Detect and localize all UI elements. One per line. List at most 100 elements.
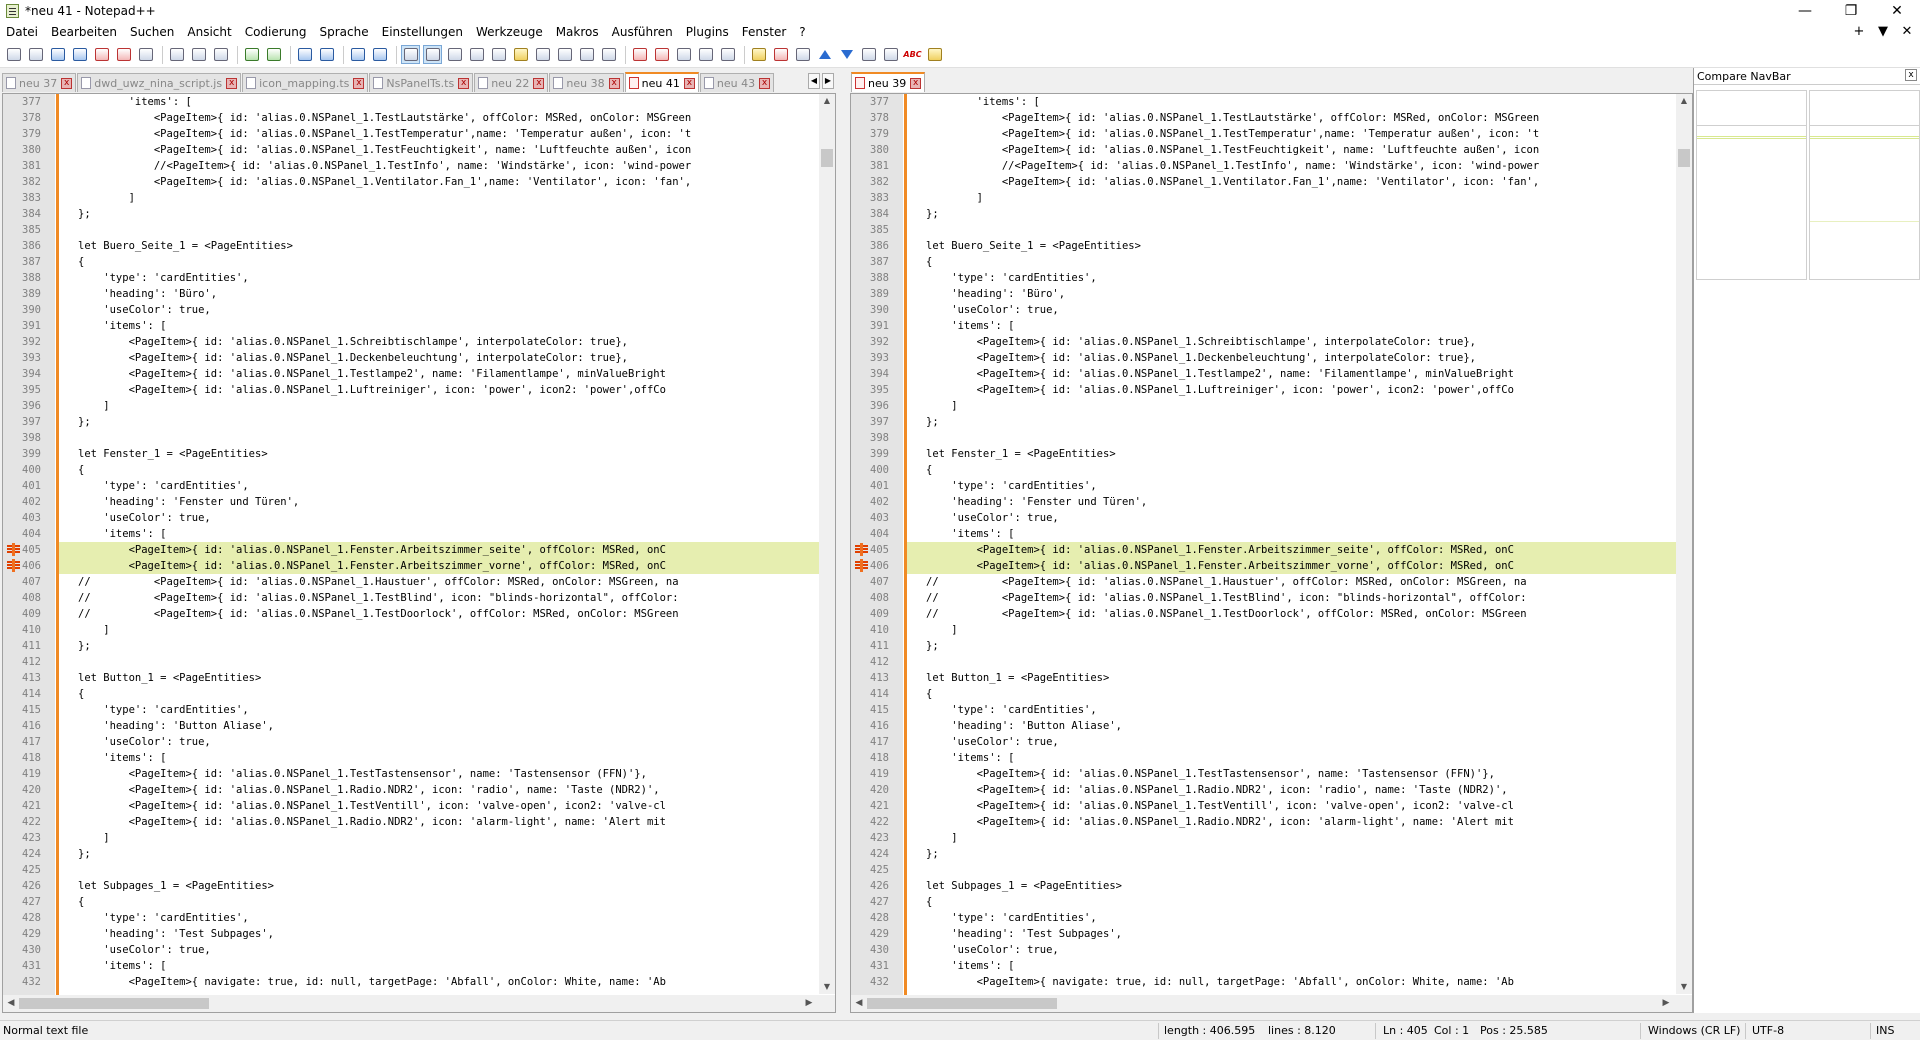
menu-item-8[interactable]: Makros [550,25,606,39]
left-tab-4[interactable]: neu 22 x [474,73,549,92]
save-macro-icon[interactable] [718,45,737,64]
horizontal-scrollbar[interactable]: ◀ ▶ [3,995,835,1012]
cut-icon[interactable] [167,45,186,64]
play-macro-icon[interactable] [674,45,693,64]
close-window-button[interactable]: ✕ [1874,0,1920,22]
first-diff-icon[interactable] [793,45,812,64]
scroll-right-arrow-icon[interactable]: ▶ [1658,995,1674,1012]
function-list-icon[interactable] [555,45,574,64]
zoom-out-icon[interactable] [370,45,389,64]
save-all-icon[interactable] [70,45,89,64]
compare-navbar-right-map[interactable] [1809,90,1920,280]
close-icon[interactable] [92,45,111,64]
stop-record-icon[interactable] [652,45,671,64]
menu-item-5[interactable]: Sprache [314,25,376,39]
vertical-scrollbar[interactable]: ▲ ▼ [819,94,835,994]
close-all-icon[interactable] [114,45,133,64]
scroll-thumb[interactable] [1678,149,1690,167]
tab-close-icon[interactable]: x [683,77,695,89]
open-file-icon[interactable] [26,45,45,64]
menu-item-11[interactable]: Fenster [736,25,794,39]
next-diff-icon[interactable] [837,45,856,64]
menu-item-9[interactable]: Ausführen [606,25,680,39]
tab-scroll-left-button[interactable]: ◀ [808,73,820,89]
scroll-up-arrow-icon[interactable]: ▲ [1676,94,1692,108]
save-icon[interactable] [48,45,67,64]
indent-guide-icon[interactable] [489,45,508,64]
compare-settings-icon[interactable] [881,45,900,64]
scroll-thumb[interactable] [821,149,833,167]
tab-close-icon[interactable]: x [353,77,365,89]
tab-close-icon[interactable]: x [759,77,771,89]
monitoring-icon[interactable] [599,45,618,64]
run-macro-multiple-icon[interactable] [696,45,715,64]
new-file-icon[interactable] [4,45,23,64]
copy-icon[interactable] [189,45,208,64]
maximize-button[interactable]: ❐ [1828,0,1874,22]
word-wrap-icon[interactable] [445,45,464,64]
scroll-left-arrow-icon[interactable]: ◀ [3,995,19,1012]
replace-icon[interactable] [317,45,336,64]
right-editor-pane[interactable]: 377 'items': [378 <PageItem>{ id: 'alias… [850,93,1693,1013]
encoding-label[interactable]: UTF-8 [1752,1024,1784,1037]
left-tab-1[interactable]: dwd_uwz_nina_script.js x [77,73,242,92]
last-diff-icon[interactable] [859,45,878,64]
scroll-right-arrow-icon[interactable]: ▶ [801,995,817,1012]
scroll-up-arrow-icon[interactable]: ▲ [819,94,835,108]
scroll-left-arrow-icon[interactable]: ◀ [851,995,867,1012]
all-chars-icon[interactable] [467,45,486,64]
menu-item-1[interactable]: Bearbeiten [45,25,124,39]
zoom-in-icon[interactable] [348,45,367,64]
left-editor-pane[interactable]: 377 'items': [378 <PageItem>{ id: 'alias… [2,93,836,1013]
record-macro-icon[interactable] [630,45,649,64]
tab-close-icon[interactable]: x [61,77,73,89]
horizontal-scroll-thumb[interactable] [19,998,209,1009]
horizontal-scroll-thumb[interactable] [867,998,1057,1009]
menu-item-12[interactable]: ? [793,25,812,39]
tab-close-icon[interactable]: x [226,77,238,89]
redo-icon[interactable] [264,45,283,64]
tab-list-dropdown-icon[interactable]: ▼ [1872,22,1894,42]
left-tab-2[interactable]: icon_mapping.ts x [242,73,369,92]
folder-workspace-icon[interactable] [577,45,596,64]
doc-map-icon[interactable] [533,45,552,64]
menu-item-3[interactable]: Ansicht [181,25,238,39]
plugin-extra-icon[interactable] [925,45,944,64]
udl-icon[interactable] [511,45,530,64]
menu-item-0[interactable]: Datei [0,25,45,39]
scroll-down-arrow-icon[interactable]: ▼ [819,980,835,994]
undo-icon[interactable] [242,45,261,64]
tab-close-icon[interactable]: x [533,77,545,89]
tab-scroll-right-button[interactable]: ▶ [822,73,834,89]
spellcheck-icon[interactable]: ABC [903,45,922,64]
menu-item-4[interactable]: Codierung [239,25,314,39]
new-tab-plus-icon[interactable]: + [1848,22,1870,42]
menu-item-10[interactable]: Plugins [680,25,736,39]
right-tab-0[interactable]: neu 39 x [851,72,926,92]
close-document-icon[interactable]: ✕ [1896,22,1918,42]
prev-diff-icon[interactable] [815,45,834,64]
left-tab-3[interactable]: NsPanelTs.ts x [369,73,474,92]
left-tab-5[interactable]: neu 38 x [549,73,624,92]
left-tab-7[interactable]: neu 43 x [699,73,775,92]
sync-vertical-icon[interactable] [401,45,420,64]
menu-item-6[interactable]: Einstellungen [376,25,470,39]
sync-horizontal-icon[interactable] [423,45,442,64]
tab-close-icon[interactable]: x [458,77,470,89]
compare-navbar-left-map[interactable] [1696,90,1807,280]
menu-item-2[interactable]: Suchen [124,25,181,39]
vertical-scrollbar[interactable]: ▲ ▼ [1676,94,1692,994]
menu-item-7[interactable]: Werkzeuge [470,25,550,39]
left-tab-0[interactable]: neu 37 x [2,73,77,92]
compare-clear-icon[interactable] [771,45,790,64]
find-icon[interactable] [295,45,314,64]
tab-close-icon[interactable]: x [608,77,620,89]
compare-icon[interactable] [749,45,768,64]
left-tab-6[interactable]: neu 41 x [624,72,699,92]
eol-format[interactable]: Windows (CR LF) [1648,1024,1740,1037]
scroll-down-arrow-icon[interactable]: ▼ [1676,980,1692,994]
minimize-button[interactable]: — [1782,0,1828,22]
horizontal-scrollbar[interactable]: ◀ ▶ [851,995,1692,1012]
print-icon[interactable] [136,45,155,64]
tab-close-icon[interactable]: x [910,77,922,89]
